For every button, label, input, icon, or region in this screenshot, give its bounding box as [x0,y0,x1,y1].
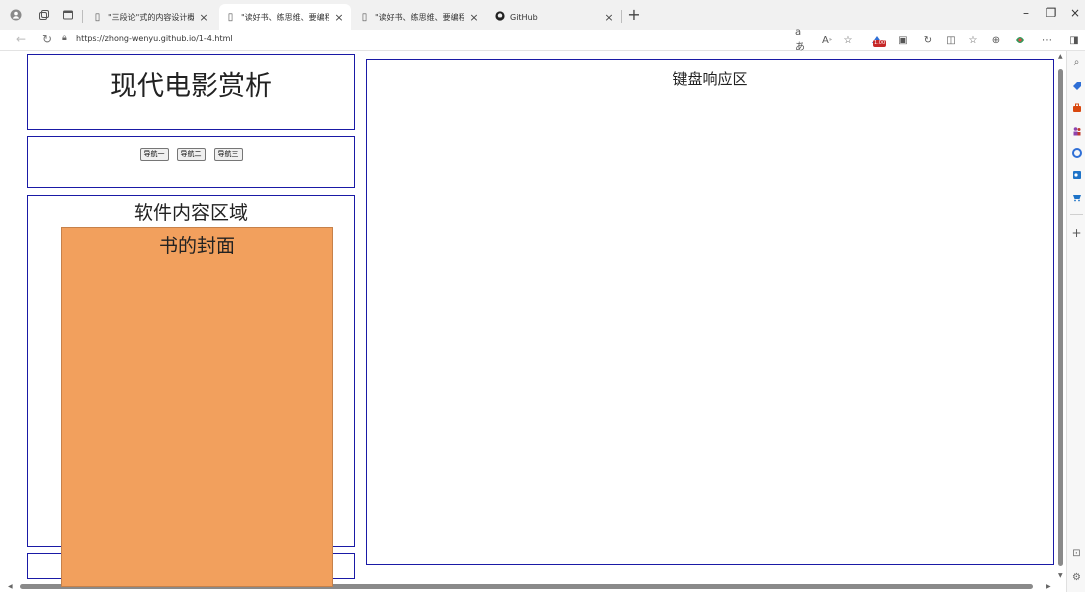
nav-button-2[interactable]: 导航二 [176,148,206,161]
settings-icon[interactable]: ⚙︎ [1070,571,1083,584]
tab-separator [621,10,622,23]
browser-essentials-icon[interactable]: ⊕ [988,32,1004,48]
page-icon: ▯ [94,11,101,23]
profile-icon[interactable] [8,7,24,23]
tab-title: GitHub [510,12,538,22]
screenshot-icon[interactable]: ⊡ [1070,547,1083,560]
back-icon[interactable]: ← [14,32,28,46]
close-icon[interactable]: × [198,11,210,24]
tab-title: "三段论"式的内容设计概要 [108,12,194,22]
copilot-icon[interactable] [1012,32,1028,48]
tab-separator [82,10,83,23]
book-cover: 书的封面 [61,227,333,587]
close-icon[interactable]: × [333,11,345,24]
nav-button-1[interactable]: 导航一 [139,148,169,161]
keyboard-response-area[interactable]: 键盘响应区 [366,59,1054,565]
nav-section: 导航一 导航二 导航三 [27,136,355,188]
browser-sidebar: ⌕ + ⊡ ⚙︎ [1066,51,1085,592]
refresh-page-icon[interactable]: ↻ [40,32,54,46]
extension-badge: 1.00 [873,40,887,47]
tab-github[interactable]: GitHub × [488,4,621,30]
content-title: 软件内容区域 [133,202,248,224]
vertical-scrollbar[interactable]: ▲ ▼ [1055,51,1066,581]
read-aloud-icon[interactable]: aあ [795,27,811,53]
sidebar-divider [1070,214,1083,215]
scroll-left-icon[interactable]: ◀ [8,583,13,590]
nav-button-group: 导航一 导航二 导航三 [28,148,354,161]
refresh-icon[interactable]: ↻ [920,32,936,48]
tab-read-think-code[interactable]: ▯ "读好书、练思维、要编程" × [353,4,486,30]
restore-icon[interactable]: ❐ [1044,6,1058,20]
tab-title: "读好书、练思维、要编程" [241,12,329,22]
book-cover-title: 书的封面 [158,235,235,257]
immersive-reader-icon[interactable]: A» [819,32,835,48]
keyboard-area-title: 键盘响应区 [672,70,748,88]
people-icon[interactable] [1070,124,1083,137]
scroll-up-icon[interactable]: ▲ [1058,53,1063,60]
page-title: 现代电影赏析 [110,71,272,102]
split-screen-icon[interactable]: ◫ [943,32,959,48]
tab-title: "读好书、练思维、要编程" [375,12,464,22]
github-icon [494,10,505,24]
sidebar-toggle-icon[interactable]: ◨ [1066,32,1082,48]
scroll-right-icon[interactable]: ▶ [1046,583,1051,590]
page-icon: ▯ [361,11,368,23]
favorites-icon[interactable]: ☆ [965,32,981,48]
tab-content-design[interactable]: ▯ "三段论"式的内容设计概要 × [86,4,216,30]
header-section: 现代电影赏析 [27,54,355,130]
page-icon: ▯ [227,11,234,23]
browser-tab-strip: ▯ "三段论"式的内容设计概要 × ▯ "读好书、练思维、要编程" × ▯ "读… [0,0,1085,30]
lock-icon[interactable]: 🔒︎ [62,33,67,43]
close-icon[interactable]: × [603,11,615,24]
collections-icon[interactable]: ▣ [895,32,911,48]
shopping-icon[interactable] [1070,190,1083,203]
close-window-icon[interactable]: × [1068,6,1082,20]
workspaces-icon[interactable] [36,7,52,23]
tab-actions-icon[interactable] [60,7,76,23]
close-icon[interactable]: × [468,11,480,24]
url-field[interactable]: https://zhong-wenyu.github.io/1-4.html [76,34,233,43]
minimize-icon[interactable]: – [1019,6,1033,20]
more-icon[interactable]: ⋯ [1039,32,1055,48]
new-tab-button[interactable]: + [626,5,642,24]
favorite-icon[interactable]: ☆ [840,32,856,48]
office-icon[interactable] [1070,146,1083,159]
add-icon[interactable]: + [1070,226,1083,240]
outlook-icon[interactable] [1070,168,1083,181]
shopping-tag-icon[interactable] [1070,79,1083,92]
vertical-scroll-thumb[interactable] [1058,69,1063,566]
tools-icon[interactable] [1070,101,1083,114]
scroll-down-icon[interactable]: ▼ [1058,572,1063,579]
tab-read-think-code-active[interactable]: ▯ "读好书、练思维、要编程" × [219,4,351,30]
nav-button-3[interactable]: 导航三 [213,148,243,161]
address-bar-row: ← ↻ 🔒︎ https://zhong-wenyu.github.io/1-4… [0,27,1085,53]
search-icon[interactable]: ⌕ [1070,56,1083,69]
